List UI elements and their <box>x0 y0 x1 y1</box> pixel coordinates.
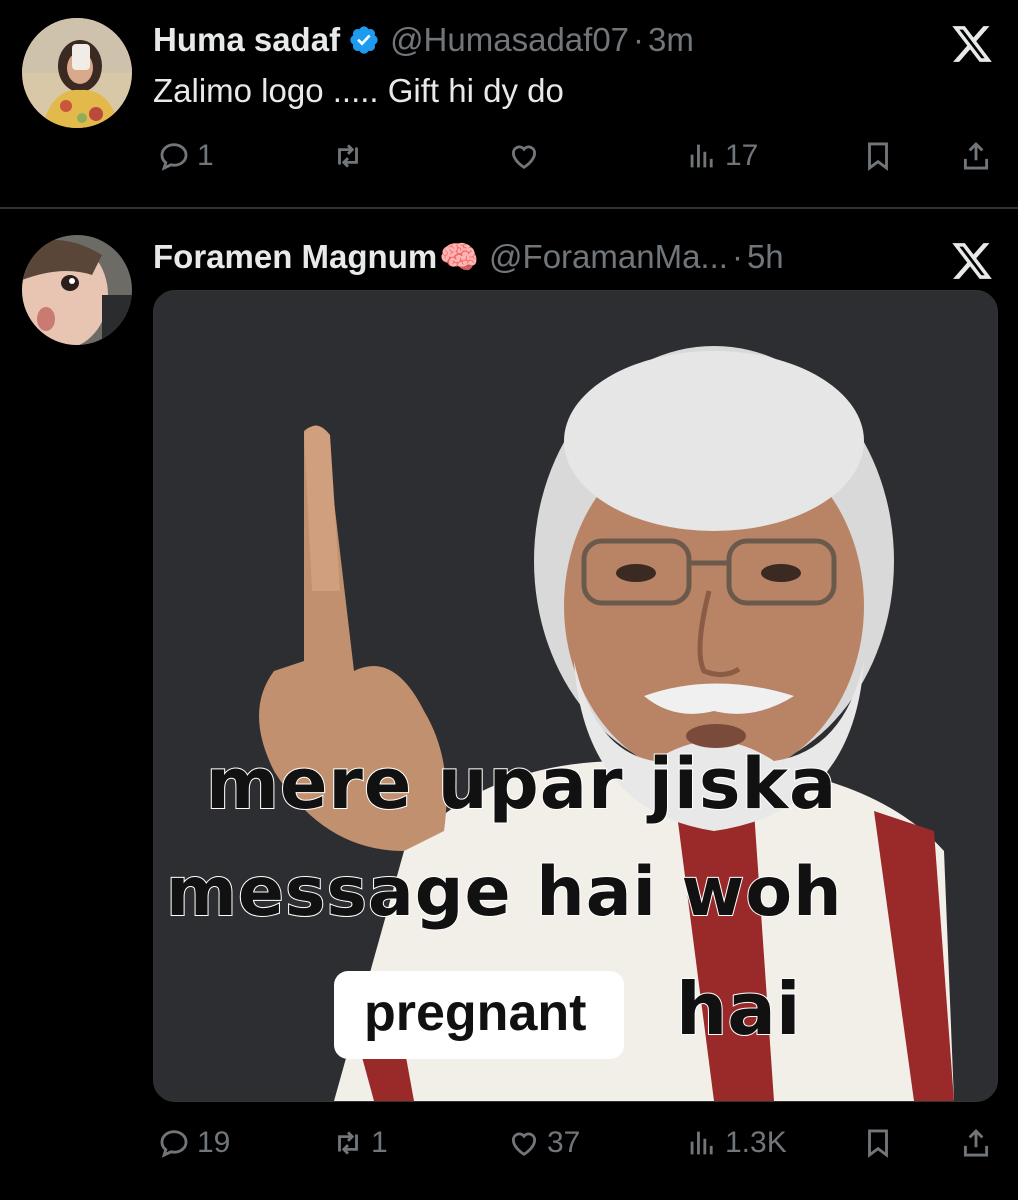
meme-caption-line-1: mere upar jiska <box>205 742 838 826</box>
like-button[interactable] <box>507 136 547 176</box>
reply-button[interactable]: 19 <box>157 1123 230 1163</box>
views-icon <box>690 1131 713 1155</box>
x-logo-icon[interactable] <box>950 239 994 283</box>
user-handle[interactable]: @ForamanMa... <box>489 238 728 276</box>
separator: · <box>633 21 645 58</box>
meme-caption-line-2: message hai woh <box>165 852 843 933</box>
bookmark-button[interactable] <box>861 1123 895 1163</box>
share-icon <box>963 1128 989 1157</box>
bookmark-icon <box>868 1129 888 1158</box>
views-icon <box>690 144 713 168</box>
tweet-text: Zalimo logo ..... Gift hi dy do <box>153 72 564 109</box>
tweet-media-image[interactable]: mere upar jiska message hai woh pregnant… <box>153 290 998 1102</box>
repost-button[interactable] <box>331 136 371 176</box>
reply-icon <box>160 1130 188 1158</box>
verified-badge-icon <box>350 26 378 54</box>
timestamp[interactable]: 3m <box>648 21 694 59</box>
action-bar: 19 1 37 1.3K <box>153 1123 996 1163</box>
like-count: 37 <box>547 1126 581 1159</box>
reply-count: 19 <box>197 1126 231 1159</box>
like-icon <box>511 1132 537 1156</box>
action-bar: 1 17 <box>153 136 996 176</box>
views-button[interactable]: 1.3K <box>685 1123 787 1163</box>
repost-icon <box>338 1131 358 1155</box>
like-icon <box>511 145 537 169</box>
bookmark-icon <box>868 142 888 171</box>
reply-icon <box>160 143 188 171</box>
reply-button[interactable]: 1 <box>157 136 214 176</box>
timestamp[interactable]: 5h <box>747 238 784 276</box>
avatar[interactable] <box>22 235 132 345</box>
repost-icon <box>338 144 358 168</box>
like-button[interactable]: 37 <box>507 1123 580 1163</box>
tweet-header: Huma sadaf @Humasadaf07 · 3m <box>153 15 694 65</box>
tweet[interactable]: Foramen Magnum 🧠 @ForamanMa... · 5h mere… <box>0 209 1018 1200</box>
display-name[interactable]: Huma sadaf <box>153 21 340 59</box>
meme-caption-last-word: hai <box>675 966 802 1052</box>
share-button[interactable] <box>959 136 993 176</box>
avatar-image <box>22 235 132 345</box>
avatar-image <box>22 18 132 128</box>
repost-button[interactable]: 1 <box>331 1123 388 1163</box>
user-handle[interactable]: @Humasadaf07 <box>390 21 629 59</box>
share-icon <box>963 141 989 170</box>
bookmark-button[interactable] <box>861 136 895 176</box>
tweet-header: Foramen Magnum 🧠 @ForamanMa... · 5h <box>153 232 784 282</box>
views-count: 1.3K <box>725 1126 787 1159</box>
tweet[interactable]: Huma sadaf @Humasadaf07 · 3m Zalimo logo… <box>0 0 1018 208</box>
reply-count: 1 <box>197 139 214 172</box>
separator: · <box>731 238 743 275</box>
display-name[interactable]: Foramen Magnum <box>153 238 437 276</box>
views-button[interactable]: 17 <box>685 136 758 176</box>
meme-caption-box-word: pregnant <box>364 984 587 1042</box>
repost-count: 1 <box>371 1126 388 1159</box>
x-logo-icon[interactable] <box>950 22 994 66</box>
views-count: 17 <box>725 139 759 172</box>
share-button[interactable] <box>959 1123 993 1163</box>
brain-emoji: 🧠 <box>439 239 480 275</box>
avatar[interactable] <box>22 18 132 128</box>
